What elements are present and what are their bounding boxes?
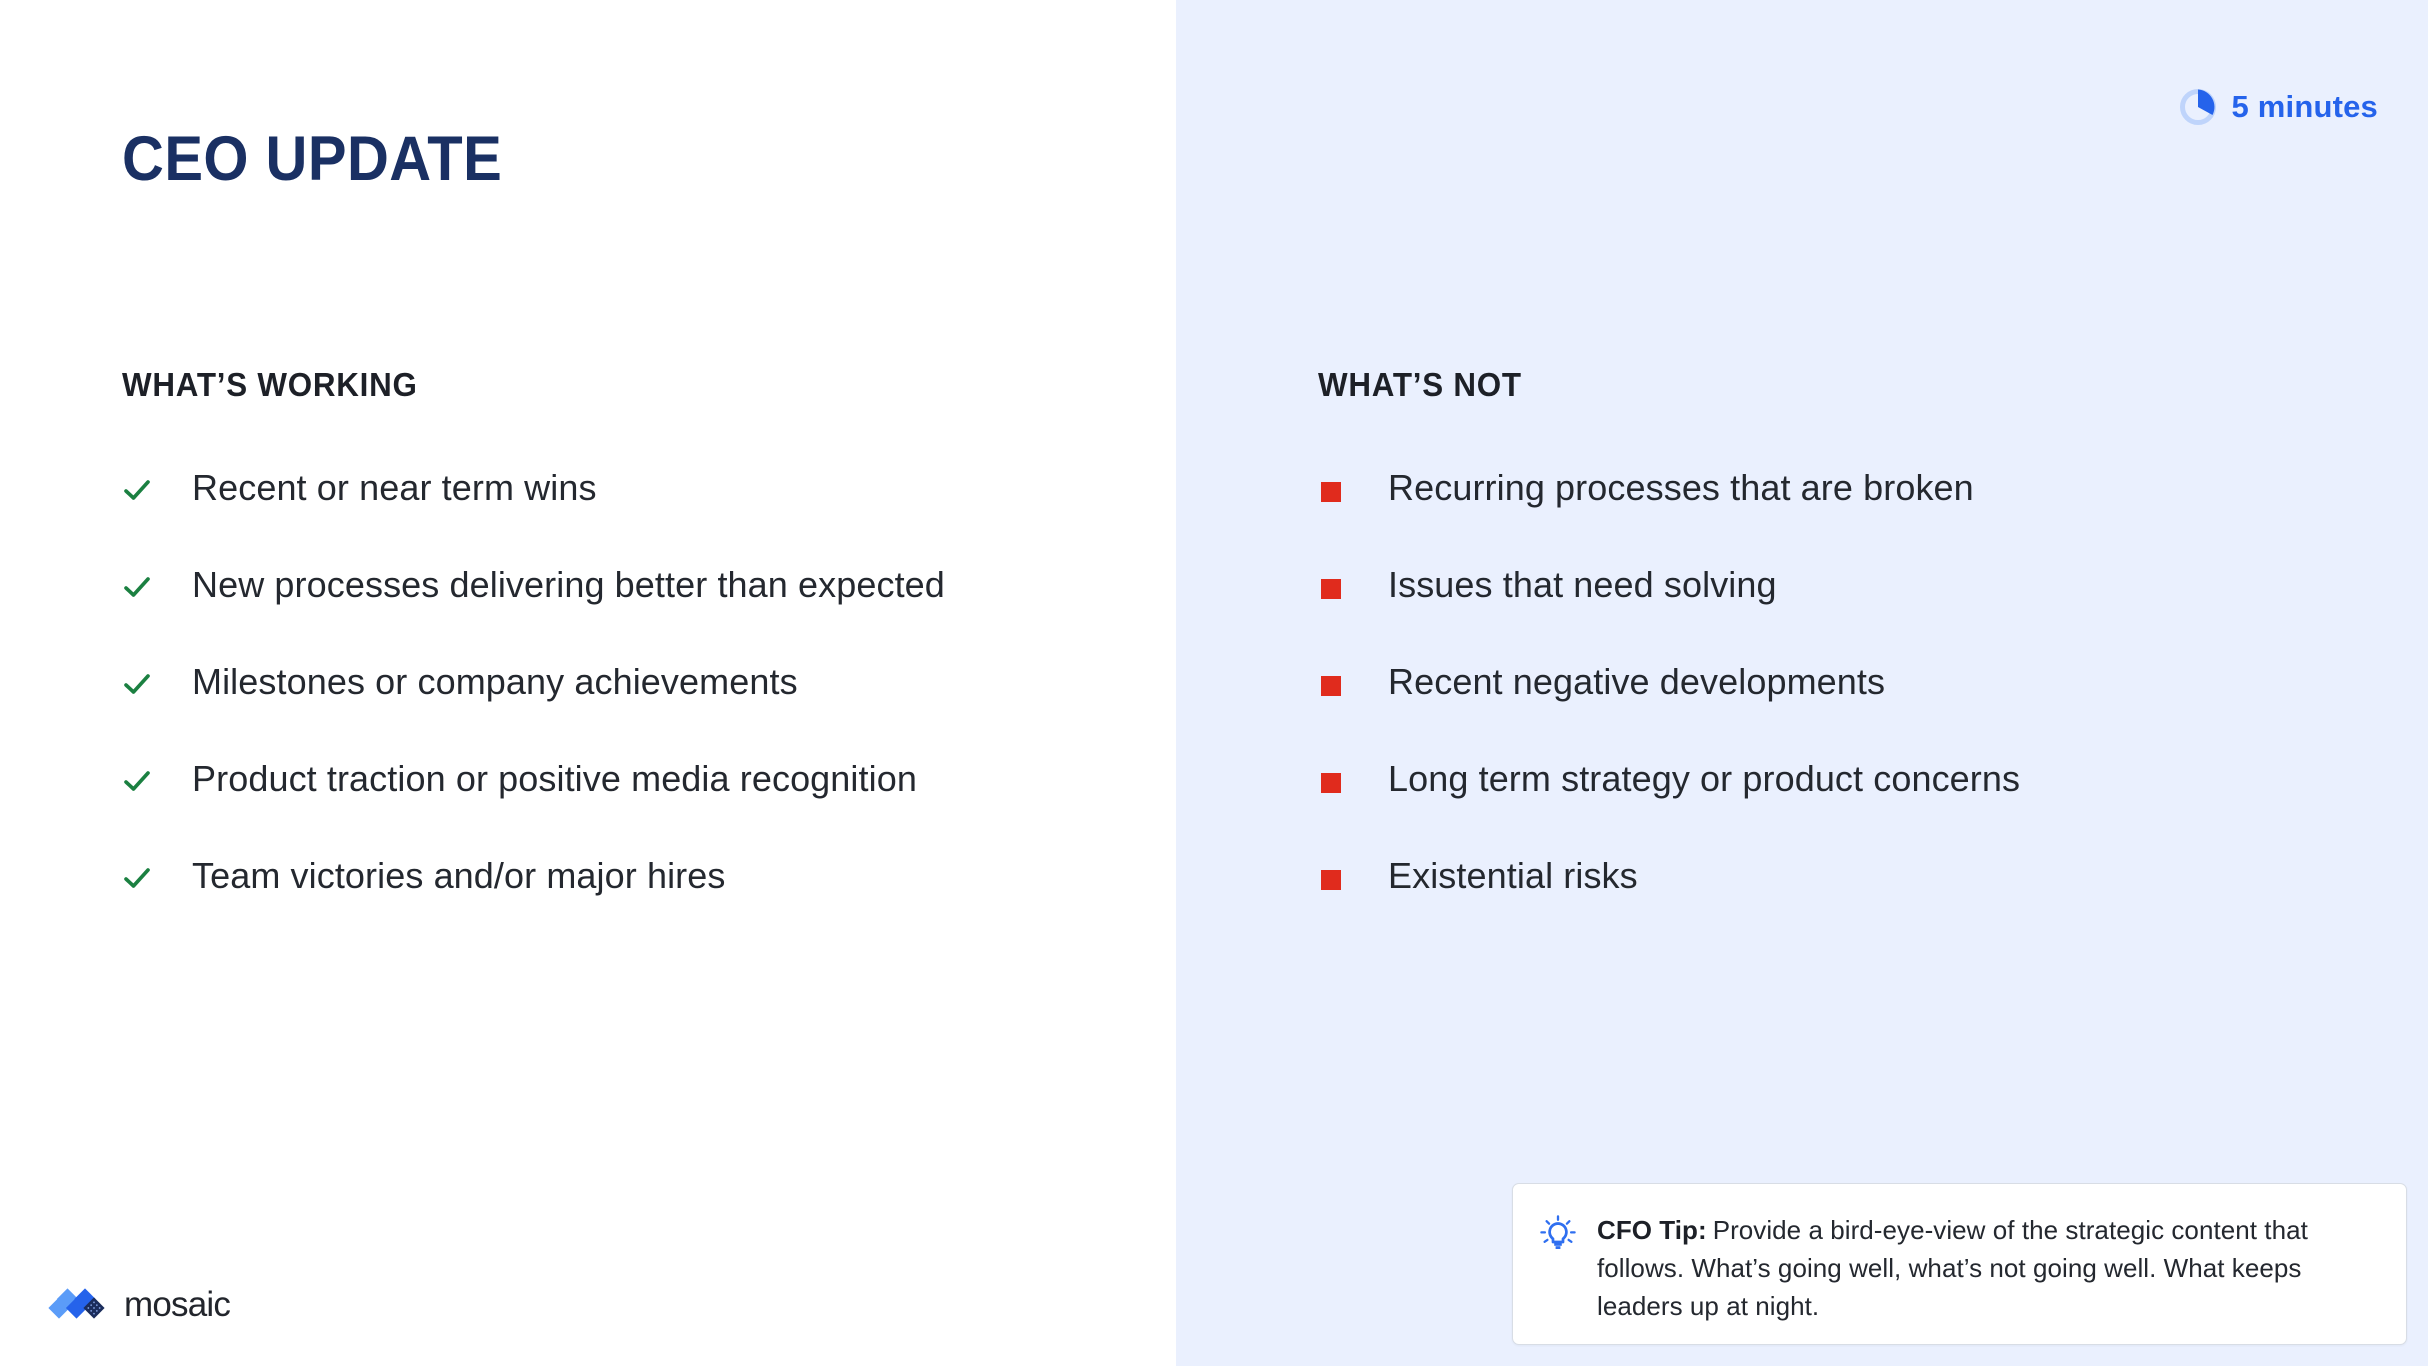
square-marker (1318, 757, 1388, 801)
list-item-label: Recent negative developments (1388, 660, 1885, 704)
list-item-label: Long term strategy or product concerns (1388, 757, 2020, 801)
slide-canvas: CEO UPDATE 5 minutes WHAT’S WORKING WHAT… (0, 0, 2428, 1366)
check-icon (122, 572, 152, 602)
page-title: CEO UPDATE (122, 128, 502, 191)
timer-label: 5 minutes (2231, 89, 2378, 125)
whats-working-list: Recent or near term wins New processes d… (122, 466, 1122, 951)
square-icon (1321, 482, 1341, 502)
list-item: Team victories and/or major hires (122, 854, 1122, 951)
check-icon (122, 766, 152, 796)
list-item: New processes delivering better than exp… (122, 563, 1122, 660)
list-item: Issues that need solving (1318, 563, 2358, 660)
list-item: Recent negative developments (1318, 660, 2358, 757)
square-icon (1321, 870, 1341, 890)
mosaic-logo: mosaic (48, 1287, 230, 1322)
list-item-label: New processes delivering better than exp… (192, 563, 945, 607)
square-icon (1321, 579, 1341, 599)
cfo-tip-text: CFO Tip:Provide a bird-eye-view of the s… (1597, 1211, 2376, 1325)
cfo-tip-label: CFO Tip: (1597, 1215, 1707, 1245)
whats-not-list: Recurring processes that are broken Issu… (1318, 466, 2358, 951)
list-item-label: Team victories and/or major hires (192, 854, 726, 898)
list-item-label: Recent or near term wins (192, 466, 597, 510)
check-marker (122, 757, 192, 801)
list-item: Recurring processes that are broken (1318, 466, 2358, 563)
square-marker (1318, 660, 1388, 704)
list-item-label: Issues that need solving (1388, 563, 1777, 607)
square-marker (1318, 466, 1388, 510)
check-icon (122, 863, 152, 893)
pie-timer-icon (2179, 88, 2217, 126)
check-icon (122, 475, 152, 505)
check-marker (122, 466, 192, 510)
list-item: Existential risks (1318, 854, 2358, 951)
square-icon (1321, 773, 1341, 793)
check-marker (122, 563, 192, 607)
column-header-working: WHAT’S WORKING (122, 366, 418, 404)
column-header-not: WHAT’S NOT (1318, 366, 1522, 404)
logo-wordmark: mosaic (124, 1287, 230, 1322)
check-marker (122, 660, 192, 704)
square-marker (1318, 563, 1388, 607)
list-item-label: Existential risks (1388, 854, 1638, 898)
list-item: Recent or near term wins (122, 466, 1122, 563)
check-marker (122, 854, 192, 898)
check-icon (122, 669, 152, 699)
lightbulb-icon (1537, 1213, 1579, 1255)
timer-badge: 5 minutes (2179, 86, 2378, 128)
list-item: Long term strategy or product concerns (1318, 757, 2358, 854)
list-item: Milestones or company achievements (122, 660, 1122, 757)
square-icon (1321, 676, 1341, 696)
list-item: Product traction or positive media recog… (122, 757, 1122, 854)
list-item-label: Milestones or company achievements (192, 660, 798, 704)
square-marker (1318, 854, 1388, 898)
list-item-label: Product traction or positive media recog… (192, 757, 917, 801)
mosaic-diamonds-icon (48, 1288, 111, 1322)
cfo-tip-callout: CFO Tip:Provide a bird-eye-view of the s… (1512, 1183, 2407, 1345)
list-item-label: Recurring processes that are broken (1388, 466, 1974, 510)
